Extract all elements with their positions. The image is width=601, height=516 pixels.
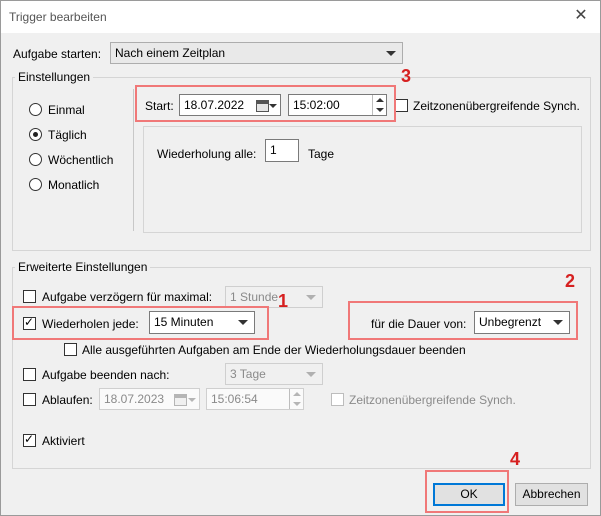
chevron-down-icon [386,51,396,56]
expire-date-picker[interactable]: 18.07.2023 [99,388,200,410]
expire-date-value: 18.07.2023 [104,392,165,406]
repeat-panel [143,126,582,233]
expire-time-value: 15:06:54 [211,392,258,406]
repeat-days-input[interactable]: 1 [265,139,299,162]
aufgabe-starten-label: Aufgabe starten: [13,47,102,61]
annotation-number-4: 4 [510,449,521,469]
radio-label: Täglich [48,128,87,142]
erweitert-group-title: Erweiterte Einstellungen [15,260,151,274]
aufgabe-starten-value: Nach einem Zeitplan [115,46,226,60]
einstellungen-group-title: Einstellungen [15,70,94,84]
trigger-dialog: Trigger bearbeiten ✕ Aufgabe starten: Na… [0,0,601,516]
annotation-number-3: 3 [401,66,412,86]
repeat-days-label: Wiederholung alle: [157,147,257,161]
repeat-days-unit: Tage [308,147,335,161]
expire-time-field[interactable]: 15:06:54 [206,388,304,410]
checkbox-box [395,99,408,112]
radio-circle [29,153,42,166]
cancel-button[interactable]: Abbrechen [515,483,588,506]
checkbox-box [23,393,36,406]
title-bar: Trigger bearbeiten ✕ [1,1,600,33]
radio-circle [29,178,42,191]
repeat-days-value: 1 [270,143,277,157]
radio-label: Einmal [48,103,85,117]
annotation-number-2: 2 [565,271,576,291]
aufgabe-starten-combo[interactable]: Nach einem Zeitplan [110,42,403,64]
checkbox-box [23,290,36,303]
checkbox-label: Aktiviert [42,434,85,448]
spin-down-icon [293,402,301,406]
checkbox-box [23,368,36,381]
calendar-icon [174,394,187,406]
checkbox-label: Alle ausgeführten Aufgaben am Ende der W… [82,343,466,357]
vertical-separator [133,89,134,231]
annotation-box-2 [348,301,578,340]
close-icon[interactable]: ✕ [568,5,594,27]
checkbox-label: Ablaufen: [42,393,93,407]
checkbox-label: Zeitzonenübergreifende Synch. [349,393,516,407]
delay-value: 1 Stunde [230,290,279,304]
annotation-number-1: 1 [278,291,289,311]
checkbox-box [23,432,36,447]
checkbox-box [331,393,344,406]
radio-circle [29,103,42,116]
spin-up-icon [293,392,301,396]
checkbox-label: Zeitzonenübergreifende Synch. [413,99,580,113]
annotation-box-3 [135,85,396,122]
time-spinner[interactable] [289,389,303,409]
chevron-down-icon [306,295,316,300]
window-title: Trigger bearbeiten [9,10,107,24]
chevron-down-icon [188,398,196,402]
delay-combo[interactable]: 1 Stunde [225,286,323,308]
stop-after-combo[interactable]: 3 Tage [225,363,323,385]
checkbox-label: Aufgabe verzögern für maximal: [42,290,213,304]
annotation-box-1 [12,306,269,340]
checkbox-label: Aufgabe beenden nach: [42,368,170,382]
radio-label: Wöchentlich [48,153,114,167]
radio-circle [29,128,42,141]
annotation-box-4 [425,470,509,513]
radio-label: Monatlich [48,178,100,192]
checkbox-box [64,343,77,356]
stop-after-value: 3 Tage [230,367,266,381]
chevron-down-icon [306,372,316,377]
